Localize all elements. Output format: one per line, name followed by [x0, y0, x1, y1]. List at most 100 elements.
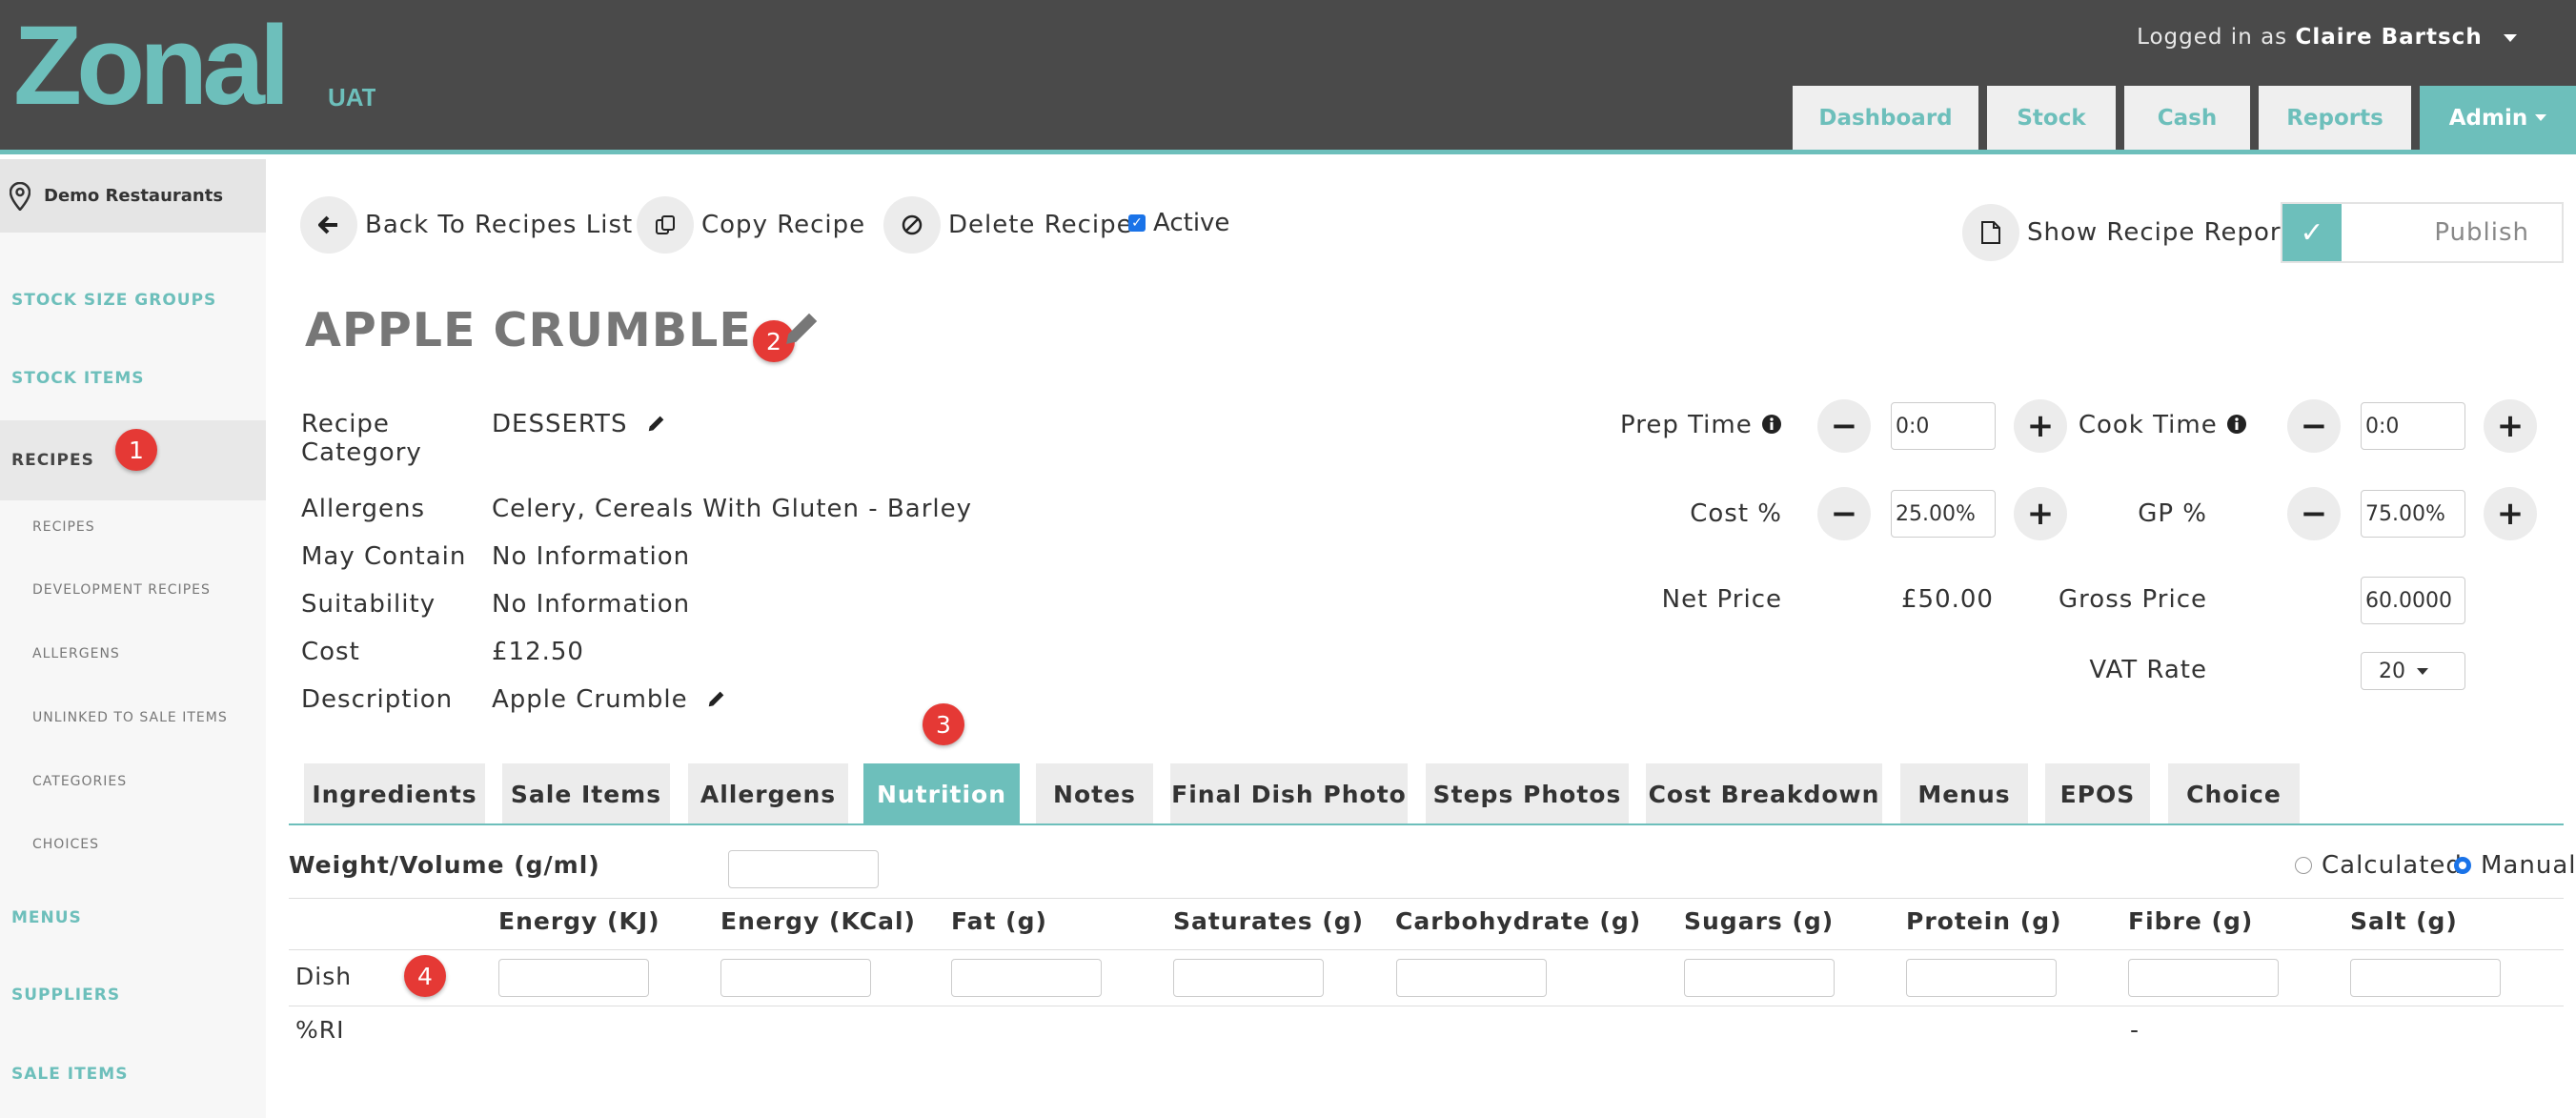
column-sugars: Sugars (g)	[1684, 907, 1835, 935]
gp-pct-input[interactable]	[2361, 490, 2465, 538]
cost-pct-decrement[interactable]: −	[1817, 487, 1871, 540]
tab-final-dish-photo[interactable]: Final Dish Photo	[1170, 763, 1408, 824]
manual-radio[interactable]: Manual	[2454, 851, 2576, 880]
cook-time-increment[interactable]: +	[2484, 399, 2537, 453]
cook-time-decrement[interactable]: −	[2287, 399, 2341, 453]
cost-pct-label: Cost %	[1690, 499, 1782, 528]
sidebar-item-stock-items[interactable]: STOCK ITEMS	[0, 359, 266, 397]
nav-cash[interactable]: Cash	[2124, 86, 2250, 150]
tab-cost-breakdown[interactable]: Cost Breakdown	[1646, 763, 1882, 824]
column-fibre: Fibre (g)	[2128, 907, 2254, 935]
nav-stock[interactable]: Stock	[1987, 86, 2116, 150]
allergens-label: Allergens	[301, 495, 425, 523]
arrow-left-icon	[300, 196, 357, 254]
dish-sugars-input[interactable]	[1684, 959, 1835, 997]
sidebar-sub-recipes[interactable]: RECIPES	[32, 519, 95, 535]
column-fat: Fat (g)	[951, 907, 1047, 935]
top-header: Zonal UAT Logged in as Claire Bartsch Da…	[0, 0, 2576, 154]
suitability-label: Suitability	[301, 590, 436, 619]
prep-time-decrement[interactable]: −	[1817, 399, 1871, 453]
cook-time-input[interactable]	[2361, 402, 2465, 450]
chevron-down-icon	[2417, 667, 2428, 675]
prep-time-input[interactable]	[1891, 402, 1996, 450]
sidebar-item-sale-items[interactable]: SALE ITEMS	[0, 1055, 266, 1093]
user-name: Claire Bartsch	[2295, 25, 2483, 50]
cook-time-label: Cook Time	[2078, 411, 2247, 439]
vat-rate-select[interactable]: 20	[2361, 652, 2465, 690]
gross-price-label: Gross Price	[2059, 585, 2207, 614]
dish-saturates-input[interactable]	[1173, 959, 1324, 997]
nav-reports[interactable]: Reports	[2259, 86, 2411, 150]
gp-pct-decrement[interactable]: −	[2287, 487, 2341, 540]
allergens-value: Celery, Cereals With Gluten - Barley	[492, 495, 972, 523]
dish-fibre-input[interactable]	[2128, 959, 2279, 997]
zonal-logo[interactable]: Zonal UAT	[13, 13, 375, 118]
dish-energy-kcal-input[interactable]	[720, 959, 871, 997]
tab-ingredients[interactable]: Ingredients	[304, 763, 485, 824]
prep-time-increment[interactable]: +	[2014, 399, 2067, 453]
column-energy-kj: Energy (KJ)	[498, 907, 660, 935]
sidebar-item-stock-size-groups[interactable]: STOCK SIZE GROUPS	[0, 281, 266, 319]
radio-unchecked-icon	[2295, 857, 2312, 874]
gross-price-input[interactable]	[2361, 577, 2465, 624]
dish-carbohydrate-input[interactable]	[1396, 959, 1547, 997]
recipe-category-label: Recipe Category	[301, 410, 422, 467]
table-divider	[289, 949, 2564, 950]
tab-epos[interactable]: EPOS	[2045, 763, 2150, 824]
active-checkbox[interactable]: ✓ Active	[1128, 209, 1229, 237]
gp-pct-label: GP %	[2138, 499, 2207, 528]
may-contain-value: No Information	[492, 542, 691, 571]
net-price-label: Net Price	[1661, 585, 1782, 614]
cost-pct-input[interactable]	[1891, 490, 1996, 538]
ri-fibre-value: -	[2130, 1016, 2140, 1044]
info-icon[interactable]	[2226, 414, 2247, 435]
back-to-recipes-button[interactable]: Back To Recipes List	[300, 196, 633, 254]
cost-pct-increment[interactable]: +	[2014, 487, 2067, 540]
tab-sale-items[interactable]: Sale Items	[502, 763, 670, 824]
column-saturates: Saturates (g)	[1173, 907, 1365, 935]
nav-admin[interactable]: Admin	[2420, 86, 2576, 150]
weight-volume-input[interactable]	[728, 850, 879, 888]
sidebar-sub-development-recipes[interactable]: DEVELOPMENT RECIPES	[32, 582, 211, 598]
tab-steps-photos[interactable]: Steps Photos	[1426, 763, 1629, 824]
cost-value: £12.50	[492, 638, 584, 666]
ban-icon	[883, 196, 941, 254]
pencil-icon[interactable]	[706, 688, 727, 709]
sidebar-item-menus[interactable]: MENUS	[0, 899, 266, 937]
column-carbohydrate: Carbohydrate (g)	[1395, 907, 1642, 935]
description-label: Description	[301, 685, 454, 714]
tab-notes[interactable]: Notes	[1036, 763, 1153, 824]
copy-recipe-button[interactable]: Copy Recipe	[637, 196, 865, 254]
prep-time-label: Prep Time	[1620, 411, 1782, 439]
row-dish-label: Dish	[295, 963, 353, 990]
logged-in-user[interactable]: Logged in as Claire Bartsch	[2137, 25, 2517, 50]
sidebar-sub-allergens[interactable]: ALLERGENS	[32, 646, 120, 661]
tab-allergens[interactable]: Allergens	[688, 763, 848, 824]
show-recipe-report-button[interactable]: Show Recipe Report	[1962, 204, 2292, 261]
nav-dashboard[interactable]: Dashboard	[1793, 86, 1978, 150]
recipe-category-value: DESSERTS	[492, 410, 667, 438]
location-selector[interactable]: Demo Restaurants	[0, 159, 266, 233]
sidebar-sub-unlinked-to-sale-items[interactable]: UNLINKED TO SALE ITEMS	[32, 710, 228, 725]
table-divider	[289, 898, 2564, 899]
sidebar-item-suppliers[interactable]: SUPPLIERS	[0, 976, 266, 1014]
dish-energy-kj-input[interactable]	[498, 959, 649, 997]
dish-fat-input[interactable]	[951, 959, 1102, 997]
radio-checked-icon	[2454, 857, 2471, 874]
pencil-icon[interactable]	[646, 413, 667, 434]
sidebar-sub-choices[interactable]: CHOICES	[32, 837, 99, 852]
publish-toggle[interactable]: ✓ Publish	[2281, 202, 2564, 263]
pencil-icon[interactable]	[782, 308, 822, 348]
tab-nutrition[interactable]: Nutrition	[863, 763, 1020, 824]
delete-recipe-button[interactable]: Delete Recipe	[883, 196, 1133, 254]
tab-menus[interactable]: Menus	[1900, 763, 2028, 824]
calculated-radio[interactable]: Calculated	[2295, 851, 2463, 880]
gp-pct-increment[interactable]: +	[2484, 487, 2537, 540]
tab-choice[interactable]: Choice	[2168, 763, 2300, 824]
info-icon[interactable]	[1761, 414, 1782, 435]
sidebar-sub-categories[interactable]: CATEGORIES	[32, 774, 127, 789]
dish-salt-input[interactable]	[2350, 959, 2501, 997]
may-contain-label: May Contain	[301, 542, 467, 571]
suitability-value: No Information	[492, 590, 691, 619]
dish-protein-input[interactable]	[1906, 959, 2057, 997]
